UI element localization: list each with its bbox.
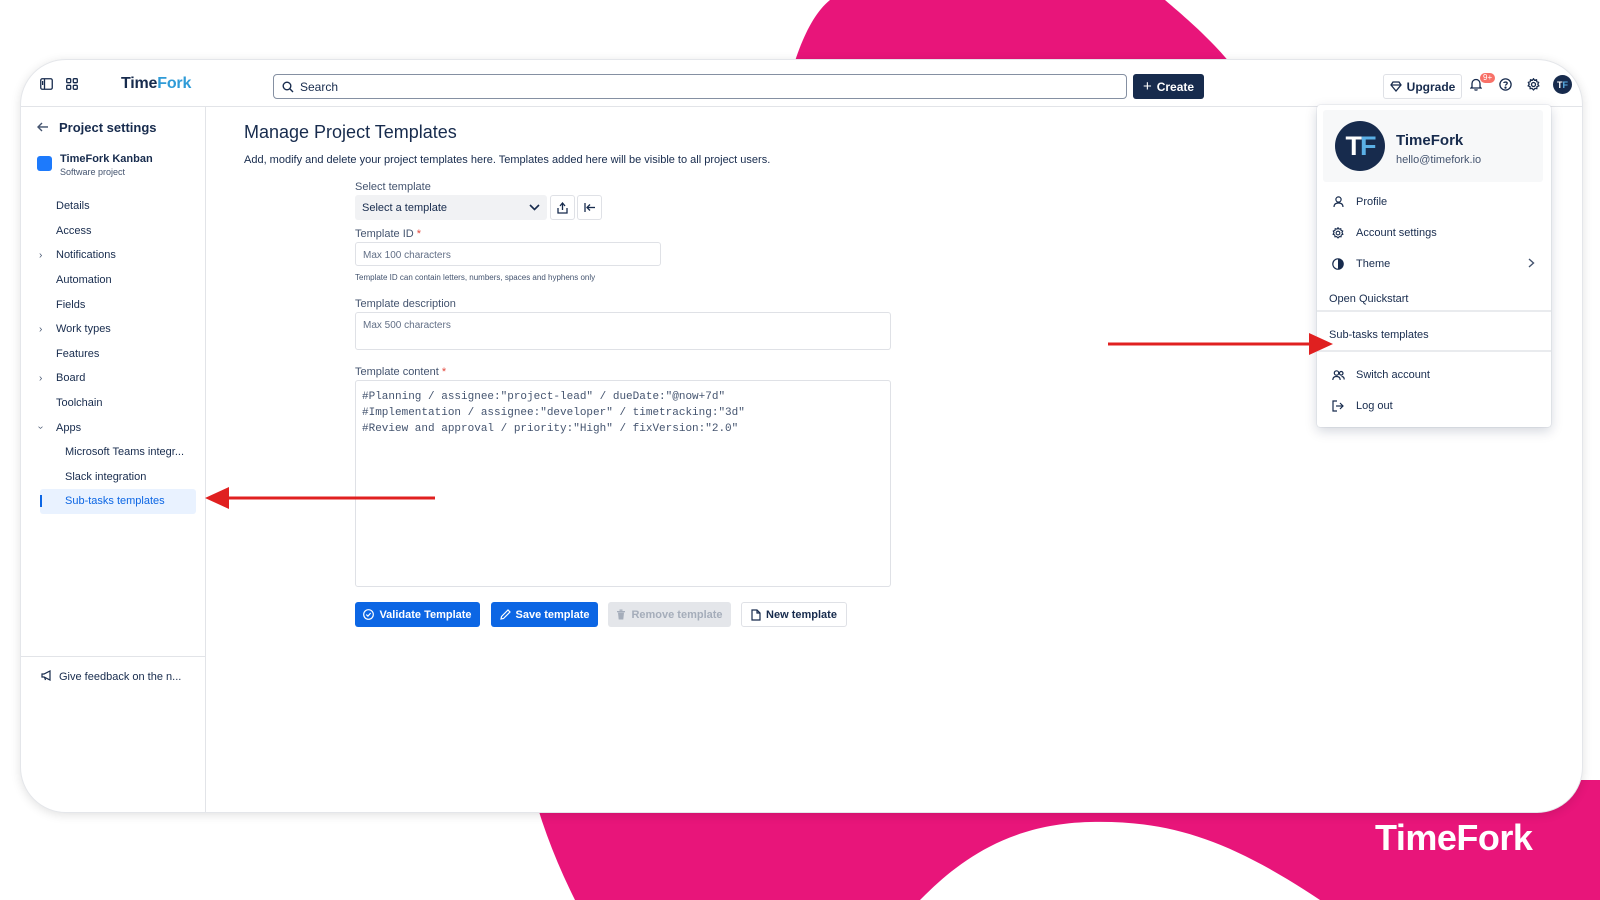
- page-title: Manage Project Templates: [244, 122, 457, 142]
- create-button[interactable]: + Create: [1133, 74, 1204, 99]
- plus-icon: +: [1142, 77, 1152, 95]
- gear-icon: [1331, 226, 1345, 240]
- chevron-right-icon: ›: [39, 323, 43, 335]
- pencil-icon: [499, 609, 511, 620]
- project-type: Software project: [60, 167, 126, 177]
- diamond-icon: [1389, 81, 1402, 92]
- app-switcher-icon[interactable]: [63, 75, 81, 93]
- chevron-right-icon: [1528, 257, 1535, 271]
- log-out-icon: [1331, 399, 1345, 413]
- callout-arrow-right: [1108, 333, 1333, 355]
- settings-nav: Details Access › Notifications Automation…: [21, 194, 206, 514]
- upgrade-button[interactable]: Upgrade: [1383, 74, 1462, 99]
- template-content-editor[interactable]: #Planning / assignee:"project-lead" / du…: [355, 380, 891, 587]
- upload-icon: [557, 201, 568, 214]
- profile-email: hello@timefork.io: [1396, 154, 1482, 166]
- project-name: TimeFork Kanban: [60, 153, 153, 165]
- menu-item-switch-account[interactable]: Switch account: [1317, 362, 1551, 388]
- sidebar-item-toolchain[interactable]: Toolchain: [21, 391, 206, 416]
- app-window: TimeFork Search + Create Upgrade 9+ TF P…: [20, 59, 1583, 813]
- profile-avatar: TF: [1335, 121, 1385, 171]
- megaphone-icon: [41, 670, 53, 684]
- project-info: TimeFork Kanban Software project: [37, 153, 153, 177]
- menu-item-theme[interactable]: Theme: [1317, 251, 1551, 277]
- menu-item-account-settings[interactable]: Account settings: [1317, 220, 1551, 246]
- document-icon: [751, 608, 761, 621]
- menu-divider: [1317, 350, 1551, 352]
- settings-gear-icon[interactable]: [1524, 75, 1542, 93]
- profile-name: TimeFork: [1396, 132, 1464, 149]
- menu-item-profile[interactable]: Profile: [1317, 189, 1551, 215]
- help-icon[interactable]: [1496, 75, 1514, 93]
- menu-item-subtasks-templates[interactable]: Sub-tasks templates: [1317, 322, 1551, 348]
- top-nav-bar: TimeFork Search + Create Upgrade 9+ TF: [21, 60, 1582, 107]
- template-id-hint: Template ID can contain letters, numbers…: [355, 273, 596, 282]
- new-template-button[interactable]: New template: [741, 602, 847, 627]
- notification-count-badge: 9+: [1480, 73, 1496, 83]
- page-description: Add, modify and delete your project temp…: [244, 154, 771, 166]
- arrow-left-icon: [37, 120, 49, 135]
- search-icon: [282, 81, 294, 92]
- sidebar-item-details[interactable]: Details: [21, 194, 206, 219]
- save-template-button[interactable]: Save template: [491, 602, 598, 627]
- sidebar-toggle-icon[interactable]: [37, 75, 55, 93]
- sidebar-item-notifications[interactable]: › Notifications: [21, 243, 206, 268]
- template-id-label: Template ID *: [355, 228, 422, 240]
- sidebar-item-access[interactable]: Access: [21, 219, 206, 244]
- sidebar-item-features[interactable]: Features: [21, 342, 206, 367]
- sidebar-item-work-types[interactable]: › Work types: [21, 317, 206, 342]
- switch-account-icon: [1331, 368, 1345, 382]
- sidebar-item-board[interactable]: › Board: [21, 366, 206, 391]
- template-select[interactable]: Select a template: [355, 195, 547, 220]
- sidebar-item-subtasks-templates[interactable]: Sub-tasks templates: [40, 489, 196, 514]
- select-template-label: Select template: [355, 181, 431, 193]
- callout-arrow-left: [205, 487, 435, 509]
- import-icon: [583, 203, 595, 212]
- app-logo[interactable]: TimeFork: [121, 75, 191, 93]
- remove-template-button[interactable]: Remove template: [608, 602, 731, 627]
- sidebar-item-automation[interactable]: Automation: [21, 268, 206, 293]
- template-content-label: Template content *: [355, 366, 447, 378]
- template-description-input[interactable]: Max 500 characters: [355, 312, 891, 350]
- brand-wordmark: TimeFork: [1375, 817, 1533, 858]
- import-template-button[interactable]: [577, 195, 602, 220]
- menu-item-open-quickstart[interactable]: Open Quickstart: [1317, 286, 1551, 312]
- project-rocket-icon: [37, 156, 52, 171]
- chevron-right-icon: ›: [39, 249, 43, 261]
- user-avatar[interactable]: TF: [1553, 75, 1572, 94]
- export-template-button[interactable]: [550, 195, 575, 220]
- trash-icon: [617, 609, 626, 620]
- menu-divider: [1317, 310, 1551, 312]
- person-icon: [1331, 195, 1345, 209]
- sidebar-title: Project settings: [59, 120, 157, 135]
- validate-template-button[interactable]: Validate Template: [355, 602, 480, 627]
- theme-half-circle-icon: [1331, 257, 1345, 271]
- chevron-right-icon: ›: [39, 372, 43, 384]
- chevron-down-icon: [529, 204, 540, 211]
- sidebar-item-apps[interactable]: › Apps: [21, 415, 206, 440]
- check-circle-icon: [363, 609, 375, 620]
- feedback-link[interactable]: Give feedback on the n...: [21, 656, 206, 684]
- sidebar-item-ms-teams[interactable]: Microsoft Teams integr...: [21, 440, 206, 465]
- back-to-project[interactable]: Project settings: [37, 120, 157, 135]
- profile-menu: TF TimeFork hello@timefork.io Profile Ac…: [1317, 105, 1551, 427]
- sidebar-item-fields[interactable]: Fields: [21, 292, 206, 317]
- project-settings-sidebar: Project settings TimeFork Kanban Softwar…: [21, 107, 206, 812]
- chevron-down-icon: ›: [35, 425, 47, 430]
- search-input[interactable]: Search: [273, 74, 1127, 99]
- template-description-label: Template description: [355, 298, 456, 310]
- search-label: Search: [300, 79, 339, 94]
- template-id-input[interactable]: Max 100 characters: [355, 242, 661, 266]
- sidebar-item-slack[interactable]: Slack integration: [21, 465, 206, 490]
- profile-menu-header: TF TimeFork hello@timefork.io: [1323, 110, 1543, 182]
- menu-item-log-out[interactable]: Log out: [1317, 393, 1551, 419]
